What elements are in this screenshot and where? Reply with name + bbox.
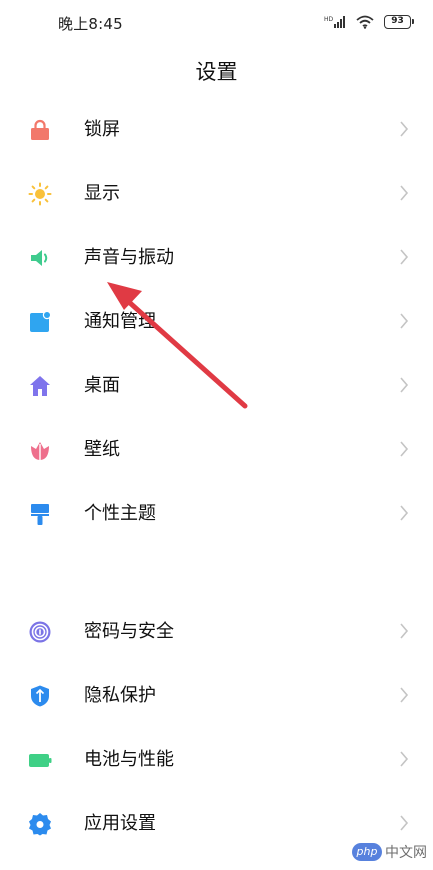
watermark-text: 中文网: [385, 845, 427, 861]
notification-icon: [30, 310, 52, 332]
settings-screen: 晚上8:45 HD 93 设置 锁屏 显示 声音与振动 通知管理 桌面 壁纸 个…: [0, 0, 433, 870]
settings-item-label: 锁屏: [84, 119, 120, 140]
settings-item-password-security[interactable]: 密码与安全: [0, 600, 433, 664]
fingerprint-icon: [29, 621, 51, 643]
settings-item-battery[interactable]: 电池与性能: [0, 728, 433, 792]
chevron-right-icon: [400, 185, 409, 201]
chevron-right-icon: [400, 121, 409, 137]
settings-item-label: 密码与安全: [84, 621, 174, 642]
speaker-icon: [31, 250, 48, 266]
privacy-icon: [31, 685, 49, 707]
chevron-right-icon: [400, 505, 409, 521]
settings-item-label: 声音与振动: [84, 247, 174, 268]
wifi-icon: [356, 15, 374, 29]
chevron-right-icon: [400, 815, 409, 831]
settings-item-label: 电池与性能: [84, 749, 174, 770]
battery-icon: [29, 754, 52, 767]
sun-icon: [28, 182, 52, 206]
battery-icon: 93: [384, 15, 414, 29]
watermark: php 中文网: [352, 840, 427, 864]
settings-item-notifications[interactable]: 通知管理: [0, 290, 433, 354]
watermark-badge: php: [352, 843, 382, 861]
settings-item-privacy[interactable]: 隐私保护: [0, 664, 433, 728]
settings-item-label: 个性主题: [84, 503, 156, 524]
status-time: 晚上8:45: [58, 15, 123, 33]
settings-item-sound[interactable]: 声音与振动: [0, 226, 433, 290]
chevron-right-icon: [400, 687, 409, 703]
lock-icon: [31, 119, 49, 140]
settings-item-home-screen[interactable]: 桌面: [0, 354, 433, 418]
hd-signal-icon: HD: [324, 16, 345, 28]
settings-item-label: 隐私保护: [84, 685, 156, 706]
brush-icon: [31, 504, 49, 525]
status-icons: HD 93: [324, 12, 414, 32]
chevron-right-icon: [400, 623, 409, 639]
svg-text:HD: HD: [324, 16, 334, 23]
chevron-right-icon: [400, 313, 409, 329]
gear-icon: [29, 813, 51, 836]
settings-item-display[interactable]: 显示: [0, 162, 433, 226]
home-icon: [30, 376, 50, 396]
settings-item-label: 应用设置: [84, 813, 156, 834]
settings-item-wallpaper[interactable]: 壁纸: [0, 418, 433, 482]
settings-item-label: 通知管理: [84, 311, 156, 332]
chevron-right-icon: [400, 377, 409, 393]
settings-item-label: 壁纸: [84, 439, 120, 460]
chevron-right-icon: [400, 441, 409, 457]
status-bar: 晚上8:45 HD 93: [0, 0, 433, 44]
page-title: 设置: [195, 60, 238, 84]
settings-item-lock-screen[interactable]: 锁屏: [0, 98, 433, 162]
chevron-right-icon: [400, 751, 409, 767]
chevron-right-icon: [400, 249, 409, 265]
settings-item-themes[interactable]: 个性主题: [0, 482, 433, 546]
battery-level: 93: [391, 16, 404, 26]
tulip-icon: [31, 442, 49, 460]
settings-item-label: 桌面: [84, 375, 120, 396]
settings-item-label: 显示: [84, 183, 120, 204]
